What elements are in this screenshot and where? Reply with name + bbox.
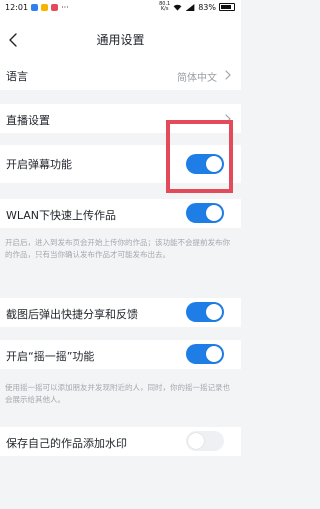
chevron-right-icon [225,70,231,80]
page-title: 通用设置 [96,33,145,47]
title-bar: 通用设置 [0,14,241,64]
app-notification-icon [31,3,39,11]
battery-percent: 83% [198,2,216,12]
watermark-label: 保存自己的作品添加水印 [6,437,127,450]
app-notification-icon [51,3,59,11]
app-notification-icon [41,3,49,11]
screenshot-share-row: 截图后弹出快捷分享和反馈 [0,298,241,327]
live-settings-label: 直播设置 [6,114,50,127]
status-time: 12:01 [5,2,29,12]
watermark-row: 保存自己的作品添加水印 [0,427,241,456]
shake-description: 使用摇一摇可以添加朋友并发现附近的人，同时，你的摇一摇记录也会展示给其他人。 [5,383,230,404]
danmu-label: 开启弹幕功能 [6,158,72,171]
network-speed: 80.1 K/s [159,2,170,12]
status-bar: 12:01 ··· 80.1 K/s 83% [0,0,241,14]
status-right: 80.1 K/s 83% [159,2,235,12]
wifi-icon [173,4,182,11]
wlan-upload-label: WLAN下快速上传作品 [6,209,117,222]
battery-icon [219,3,235,11]
shake-toggle[interactable] [186,344,224,364]
highlight-box [166,120,233,193]
language-label: 语言 [6,70,28,83]
network-speed-unit: K/s [160,6,169,12]
wlan-upload-row: WLAN下快速上传作品 [0,199,241,228]
screenshot-share-label: 截图后弹出快捷分享和反馈 [6,308,138,321]
more-notifications-icon: ··· [61,2,69,12]
shake-label: 开启“摇一摇”功能 [6,350,95,363]
screenshot-share-toggle[interactable] [186,302,224,322]
toggle-knob [206,304,222,320]
watermark-toggle[interactable] [186,431,224,451]
language-value: 简体中文 [177,73,217,84]
language-setting-row[interactable]: 语言 简体中文 [0,59,241,90]
wlan-upload-toggle[interactable] [186,203,224,223]
status-left: 12:01 ··· [5,3,69,12]
toggle-knob [206,346,222,362]
toggle-knob [188,433,204,449]
signal-icon [185,3,195,11]
wlan-upload-description: 开启后，进入到发布页会开始上传你的作品；该功能不会提前发布你的作品，只有当你确认… [5,238,230,259]
toggle-knob [206,205,222,221]
shake-row: 开启“摇一摇”功能 [0,340,241,369]
